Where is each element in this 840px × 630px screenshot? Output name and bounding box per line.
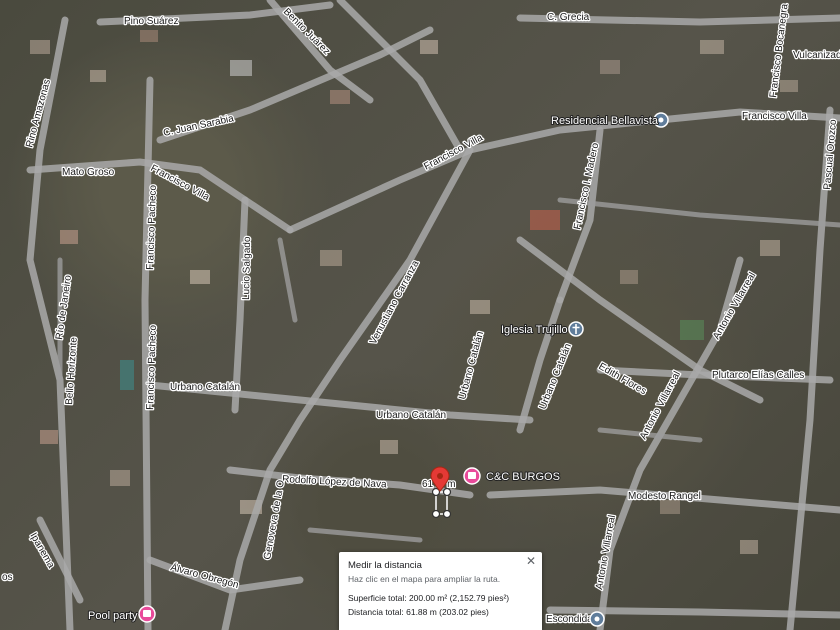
- street-label-urbano-catalan-center: Urbano Catalán: [376, 410, 446, 421]
- satellite-map[interactable]: Pino Suárez Benito Juárez C. Grecia Fran…: [0, 0, 840, 630]
- panel-hint: Haz clic en el mapa para ampliar la ruta…: [348, 574, 501, 584]
- street-label-antonio-villarreal-bottom: Antonio Villarreal: [594, 514, 618, 590]
- street-label-plutarco-elias-calles: Plutarco Elías Calles: [712, 370, 804, 381]
- poi-label-iglesia-trujillo: Iglesia Trujillo: [501, 324, 568, 336]
- street-label-rodolfo-lopez-de-nava: Rodolfo López de Nava: [282, 474, 387, 490]
- street-label-c-juan-sarabia: C. Juan Sarabia: [162, 113, 235, 139]
- total-area-text: Superficie total: 200.00 m² (2,152.79 pi…: [348, 593, 510, 603]
- street-label-pino-suarez: Pino Suárez: [124, 16, 178, 27]
- measure-point-handle[interactable]: [442, 509, 452, 519]
- poi-escondida[interactable]: [589, 611, 605, 627]
- street-label-francisco-pacheco-top: Francisco Pacheco: [145, 184, 159, 270]
- street-label-escondida: Escondida: [546, 614, 593, 625]
- close-icon[interactable]: ✕: [525, 555, 537, 567]
- poi-iglesia-trujillo[interactable]: Iglesia Trujillo: [500, 321, 584, 337]
- poi-residencial-bellavista[interactable]: Residencial Bellavista: [550, 112, 669, 128]
- poi-cc-burgos[interactable]: C&C BURGOS: [463, 467, 561, 485]
- shopping-bag-icon: [468, 472, 476, 479]
- measure-distance-panel: ✕ Medir la distancia Haz clic en el mapa…: [339, 552, 542, 630]
- poi-pool-party[interactable]: Pool party: [87, 605, 156, 623]
- poi-label-cc-burgos: C&C BURGOS: [486, 471, 560, 483]
- poi-dot-icon: [594, 616, 600, 622]
- street-label-edith-flores: Edith Flores: [597, 361, 649, 397]
- poi-label-pool-party: Pool party: [88, 610, 138, 622]
- panel-title: Medir la distancia: [348, 560, 422, 571]
- shopping-bag-icon: [143, 610, 151, 617]
- street-label-mato-groso: Mato Groso: [62, 167, 115, 178]
- measure-point-handle[interactable]: [442, 487, 452, 497]
- street-label-pascual-orozco: Pascual Orozco: [822, 119, 839, 191]
- total-distance-text: Distancia total: 61.88 m (203.02 pies): [348, 607, 489, 617]
- street-label-francisco-villa-right: Francisco Villa: [742, 111, 807, 122]
- poi-label-residencial-bellavista: Residencial Bellavista: [551, 115, 659, 127]
- street-label-urbano-catalan-left: Urbano Catalán: [170, 382, 240, 393]
- poi-dot-icon: [658, 117, 664, 123]
- street-label-vulcanizado: Vulcanizad: [793, 50, 840, 61]
- street-label-benito-juarez: Benito Juárez: [281, 6, 332, 57]
- street-label-rio-de-janeiro: Río de Janeiro: [54, 274, 74, 340]
- measure-point-handle[interactable]: [431, 509, 441, 519]
- street-label-c-grecia: C. Grecia: [547, 12, 590, 23]
- street-label-venustiano-carranza: Venustiano Carranza: [368, 258, 422, 346]
- street-label-alvaro-obregon: Álvaro Obregón: [169, 560, 240, 591]
- map-overlay: Pino Suárez Benito Juárez C. Grecia Fran…: [1, 0, 840, 630]
- street-label-bello-horizonte: Bello Horizonte: [64, 336, 80, 405]
- street-label-urbano-catalan-diag: Urbano Catalán: [457, 330, 486, 401]
- road-network: [26, 0, 840, 630]
- street-label-modesto-rangel: Modesto Rangel: [628, 491, 701, 502]
- street-label-os: os: [2, 572, 13, 583]
- street-label-lucio-salgado: Lucio Salgado: [241, 236, 253, 300]
- street-label-francisco-pacheco-bottom: Francisco Pacheco: [145, 324, 159, 410]
